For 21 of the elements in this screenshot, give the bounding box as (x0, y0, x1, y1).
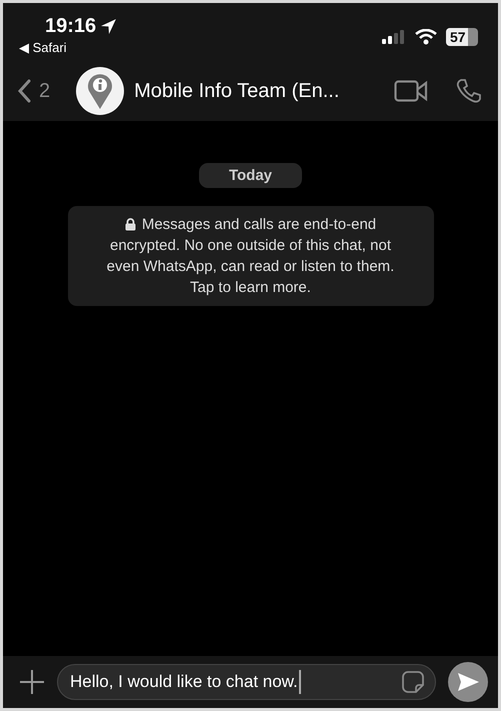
encryption-text: encrypted. No one outside of this chat, not even WhatsApp, can read or listen to them. Tap to learn more. (106, 236, 396, 298)
send-button[interactable] (448, 662, 488, 702)
message-input-field[interactable]: Hello, I would like to chat now. (57, 664, 436, 700)
signal-icon (382, 30, 406, 44)
date-chip: Today (198, 163, 302, 188)
status-time: 19:16 (45, 15, 96, 38)
battery-indicator: 57 (446, 28, 478, 46)
unread-count[interactable]: 2 (39, 80, 50, 102)
back-to-app-link[interactable]: ◀ Safari (19, 40, 118, 55)
encryption-notice[interactable]: Messages and calls are end-to-end encrypted. No one outside of this chat, not even WhatsApp, can read or listen to them. Tap to learn more. (68, 206, 434, 306)
back-chevron-icon[interactable] (17, 79, 31, 103)
location-arrow-icon (100, 18, 118, 35)
sticker-icon[interactable] (401, 670, 425, 694)
video-camera-icon[interactable] (394, 80, 428, 102)
group-avatar-icon[interactable] (76, 67, 124, 115)
wifi-icon (415, 29, 437, 45)
encryption-text: Messages and calls are end-to-end (142, 215, 376, 235)
phone-icon[interactable] (456, 78, 482, 104)
lock-icon (124, 218, 136, 231)
plus-icon[interactable] (19, 669, 45, 695)
chat-title[interactable]: Mobile Info Team (En... (134, 80, 386, 102)
